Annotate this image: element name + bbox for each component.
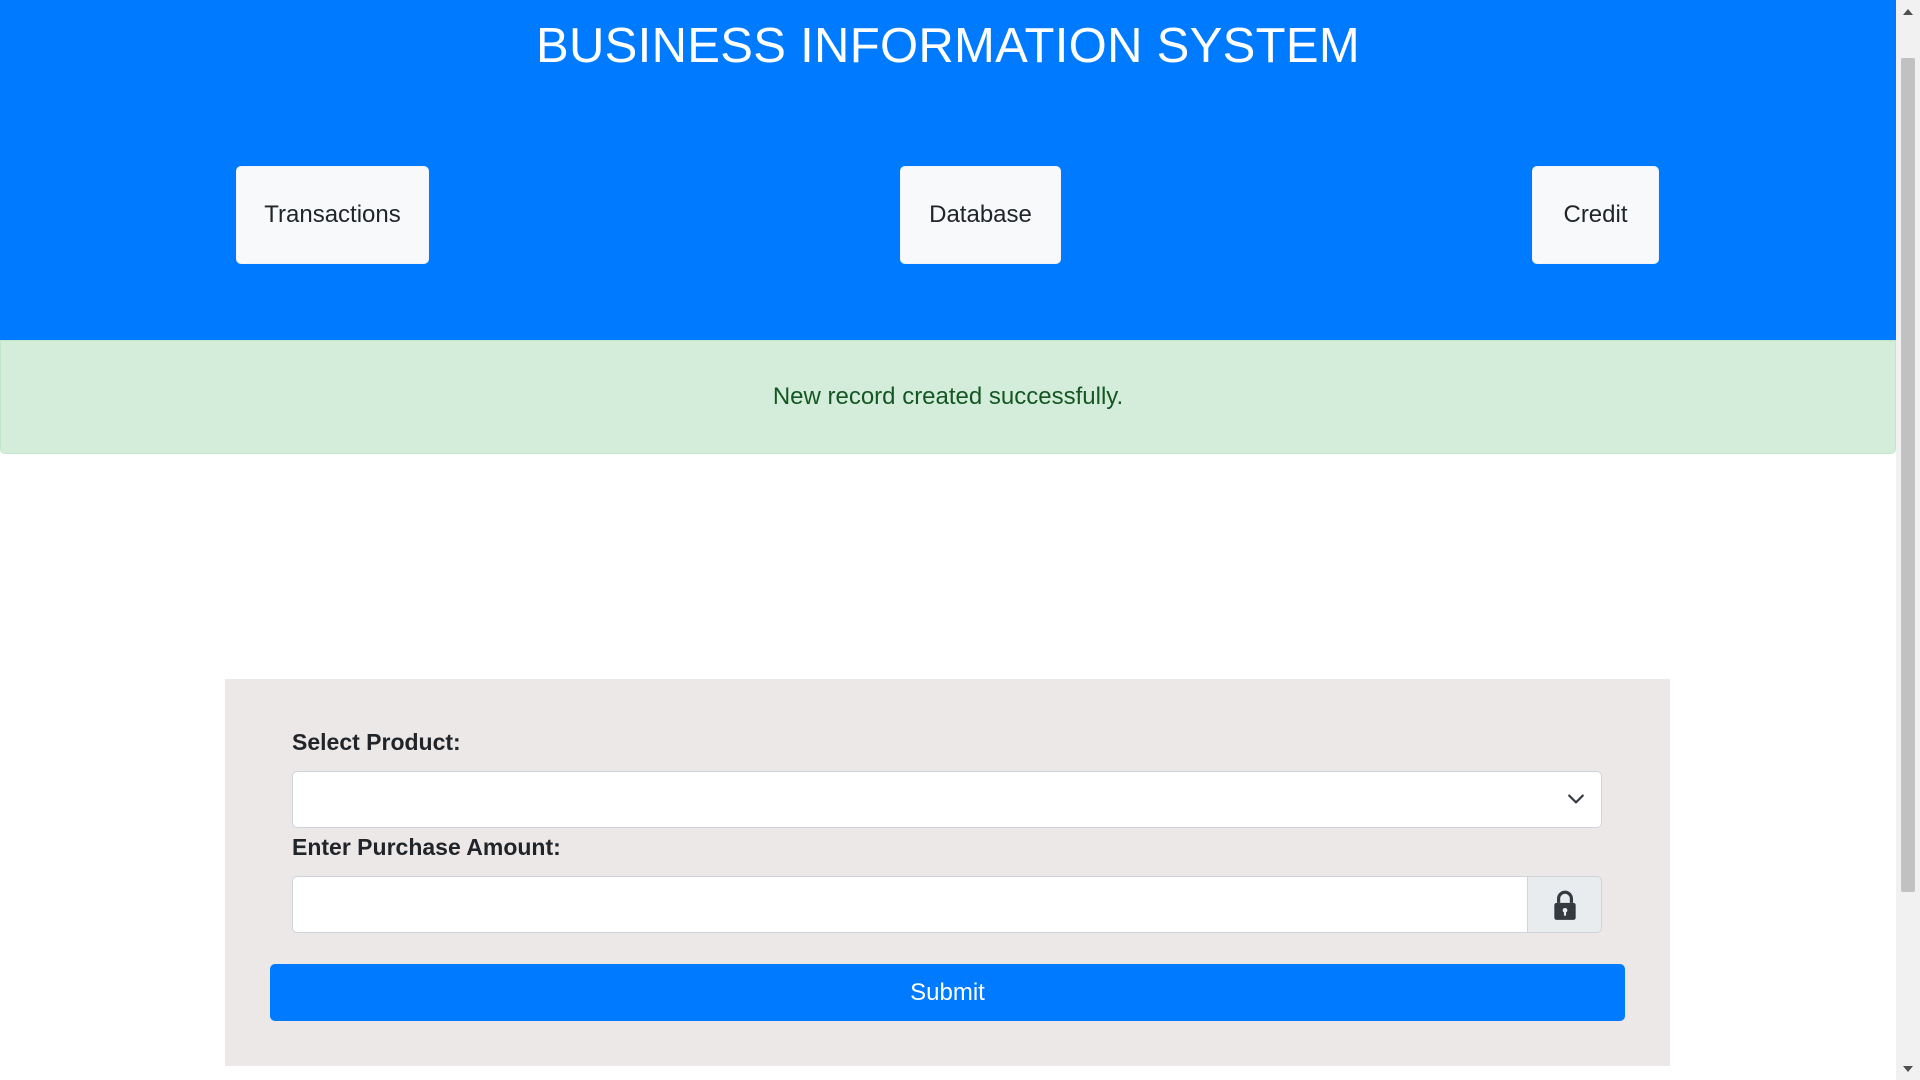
chevron-down-icon xyxy=(1568,794,1584,804)
product-label: Select Product: xyxy=(292,729,461,755)
arrow-down-icon xyxy=(1903,1065,1913,1072)
scroll-up-button[interactable] xyxy=(1896,0,1920,22)
success-alert: New record created successfully. xyxy=(0,340,1896,454)
amount-label: Enter Purchase Amount: xyxy=(292,834,561,860)
product-select[interactable] xyxy=(292,771,1602,828)
scrollbar-thumb[interactable] xyxy=(1901,58,1915,892)
purchase-amount-input[interactable] xyxy=(292,876,1528,933)
amount-input-group xyxy=(292,876,1602,933)
vertical-scrollbar[interactable] xyxy=(1896,0,1920,1080)
scroll-down-button[interactable] xyxy=(1896,1058,1920,1080)
alert-message: New record created successfully. xyxy=(772,383,1124,410)
credit-button[interactable]: Credit xyxy=(1532,166,1659,264)
purchase-form: Select Product: Enter Purchase Amount: S… xyxy=(225,679,1670,1066)
lock-icon xyxy=(1553,890,1576,920)
page: BUSINESS INFORMATION SYSTEM Transactions… xyxy=(0,0,1896,1080)
header-banner: BUSINESS INFORMATION SYSTEM Transactions… xyxy=(0,0,1896,340)
arrow-up-icon xyxy=(1903,8,1913,15)
lock-addon xyxy=(1527,876,1602,933)
database-button[interactable]: Database xyxy=(900,166,1061,264)
submit-button[interactable]: Submit xyxy=(270,964,1625,1021)
transactions-button[interactable]: Transactions xyxy=(236,166,429,264)
page-title: BUSINESS INFORMATION SYSTEM xyxy=(536,19,1360,73)
